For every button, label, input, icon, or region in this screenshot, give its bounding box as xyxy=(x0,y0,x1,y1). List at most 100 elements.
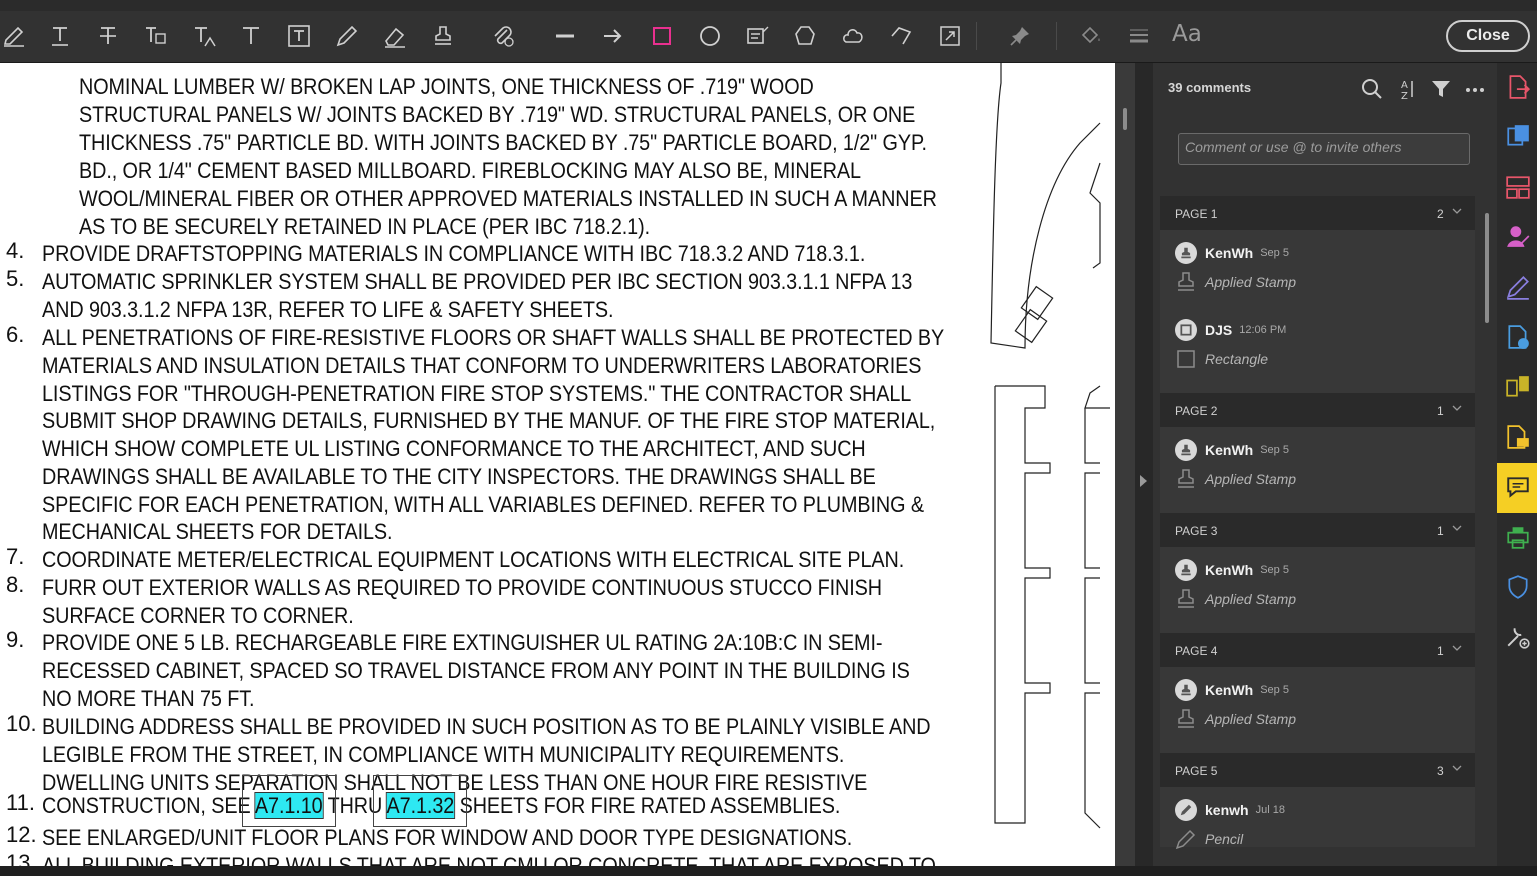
sort-icon[interactable]: AZ xyxy=(1395,77,1419,101)
page-comment-count: 2 xyxy=(1437,207,1444,221)
attach-file-icon[interactable] xyxy=(489,22,517,50)
strikethrough-text-icon[interactable] xyxy=(94,22,122,50)
stamp-icon[interactable] xyxy=(429,22,457,50)
comment-author: KenWh xyxy=(1205,682,1254,698)
comment-item[interactable]: kenwh Jul 18 xyxy=(1175,799,1285,821)
list-number: 8. xyxy=(6,572,25,597)
collapse-arrow-icon xyxy=(1140,475,1147,487)
list-number: 10. xyxy=(6,711,37,736)
fill-color-icon[interactable] xyxy=(1077,22,1105,50)
create-pdf-icon[interactable] xyxy=(1505,123,1531,149)
comments-scrollbar[interactable] xyxy=(1485,213,1489,323)
toolbar-separator xyxy=(1056,22,1057,50)
document-page[interactable]: NOMINAL LUMBER W/ BROKEN LAP JOINTS, ONE… xyxy=(0,63,1115,866)
document-scrollbar[interactable] xyxy=(1115,63,1135,866)
line-weight-icon[interactable] xyxy=(1125,22,1153,50)
chevron-down-icon[interactable] xyxy=(1452,643,1462,653)
chevron-down-icon[interactable] xyxy=(1452,763,1462,773)
comment-author: kenwh xyxy=(1205,802,1249,818)
eraser-icon[interactable] xyxy=(381,22,409,50)
document-line: COORDINATE METER/ELECTRICAL EQUIPMENT LO… xyxy=(42,547,905,572)
export-pdf-icon[interactable] xyxy=(1505,74,1531,100)
comment-item[interactable]: DJS 12:06 PM xyxy=(1175,319,1286,341)
more-tools-icon[interactable] xyxy=(1505,624,1531,650)
comment-type-row: Applied Stamp xyxy=(1175,708,1296,730)
arrow-icon[interactable] xyxy=(599,22,627,50)
text-callout-icon[interactable] xyxy=(744,22,772,50)
stamp-icon xyxy=(1178,272,1194,291)
pencil-icon[interactable] xyxy=(333,22,361,50)
fill-sign-icon[interactable] xyxy=(1505,274,1531,300)
chevron-down-icon[interactable] xyxy=(1452,206,1462,216)
page-group-header[interactable]: PAGE 3 1 xyxy=(1160,513,1475,547)
comment-group: KenWh Sep 5 Applied Stamp xyxy=(1160,547,1475,633)
comment-date: Sep 5 xyxy=(1260,684,1289,696)
stamp-icon xyxy=(1178,709,1194,728)
cloud-icon[interactable] xyxy=(839,22,867,50)
request-signature-icon[interactable] xyxy=(1505,223,1531,249)
rectangle-markup[interactable] xyxy=(373,775,467,827)
comment-type: Applied Stamp xyxy=(1205,274,1297,290)
avatar xyxy=(1175,799,1197,821)
comment-item[interactable]: KenWh Sep 5 xyxy=(1175,679,1289,701)
rectangle-markup[interactable] xyxy=(242,775,336,827)
text-properties-button[interactable]: Aa xyxy=(1172,21,1202,47)
text-box-icon[interactable] xyxy=(285,22,313,50)
filter-icon[interactable] xyxy=(1429,77,1453,101)
page-group-header[interactable]: PAGE 5 3 xyxy=(1160,753,1475,787)
scrollbar-thumb[interactable] xyxy=(1123,108,1127,130)
document-line: AUTOMATIC SPRINKLER SYSTEM SHALL BE PROV… xyxy=(42,269,913,294)
page-comment-count: 1 xyxy=(1437,524,1444,538)
document-line: MATERIALS AND INSULATION DETAILS THAT CO… xyxy=(42,353,922,378)
avatar xyxy=(1175,679,1197,701)
document-line: LEGIBLE FROM THE STREET, IN COMPLIANCE W… xyxy=(42,742,845,767)
search-icon[interactable] xyxy=(1360,77,1384,101)
polygon-icon[interactable] xyxy=(791,22,819,50)
oval-icon[interactable] xyxy=(696,22,724,50)
page-label: PAGE 3 xyxy=(1175,524,1218,538)
comment-icon[interactable] xyxy=(1505,474,1531,500)
page-group-header[interactable]: PAGE 2 1 xyxy=(1160,393,1475,427)
more-options-icon[interactable] xyxy=(1463,77,1487,101)
send-for-comments-icon[interactable] xyxy=(1505,424,1531,450)
replace-text-icon[interactable] xyxy=(141,22,169,50)
stamp-icon xyxy=(1178,589,1194,608)
avatar xyxy=(1175,559,1197,581)
svg-text:Z: Z xyxy=(1401,91,1408,101)
comments-panel: 39 comments AZ Comment or use @ to invit… xyxy=(1153,63,1497,866)
compare-icon[interactable] xyxy=(1505,374,1531,400)
highlight-tool-icon[interactable] xyxy=(0,22,28,50)
comment-toolbar: Aa Close xyxy=(0,0,1537,63)
svg-text:A: A xyxy=(1401,80,1408,91)
underline-text-icon[interactable] xyxy=(46,22,74,50)
panel-collapse-handle[interactable] xyxy=(1135,63,1153,866)
document-line: STRUCTURAL PANELS W/ JOINTS BACKED BY .7… xyxy=(79,102,916,127)
edit-pdf-icon[interactable] xyxy=(1505,324,1531,350)
chevron-down-icon[interactable] xyxy=(1452,523,1462,533)
area-tool-icon[interactable] xyxy=(936,22,964,50)
rectangle-icon[interactable] xyxy=(648,22,676,50)
comment-input[interactable]: Comment or use @ to invite others xyxy=(1178,133,1470,165)
comment-type: Pencil xyxy=(1205,831,1244,847)
organize-pages-icon[interactable] xyxy=(1505,174,1531,200)
comment-date: Jul 18 xyxy=(1255,804,1285,816)
print-production-icon[interactable] xyxy=(1505,524,1531,550)
document-line: AS TO BE SECURELY RETAINED IN PLACE (PER… xyxy=(79,214,651,239)
comment-item[interactable]: KenWh Sep 5 xyxy=(1175,439,1289,461)
document-line: DRAWINGS SHALL BE AVAILABLE TO THE CITY … xyxy=(42,464,876,489)
document-line: SURFACE CORNER TO CORNER. xyxy=(42,603,354,628)
comment-type: Applied Stamp xyxy=(1205,591,1297,607)
page-group-header[interactable]: PAGE 4 1 xyxy=(1160,633,1475,667)
polygon-line-icon[interactable] xyxy=(887,22,915,50)
line-icon[interactable] xyxy=(551,22,579,50)
add-text-icon[interactable] xyxy=(237,22,265,50)
comment-item[interactable]: KenWh Sep 5 xyxy=(1175,242,1289,264)
chevron-down-icon[interactable] xyxy=(1452,403,1462,413)
page-group-header[interactable]: PAGE 1 2 xyxy=(1160,196,1475,230)
pin-icon[interactable] xyxy=(1006,22,1034,50)
insert-text-icon[interactable] xyxy=(190,22,218,50)
comment-item[interactable]: KenWh Sep 5 xyxy=(1175,559,1289,581)
protect-icon[interactable] xyxy=(1505,574,1531,600)
close-button[interactable]: Close xyxy=(1446,20,1530,52)
list-number: 13. xyxy=(6,850,37,866)
